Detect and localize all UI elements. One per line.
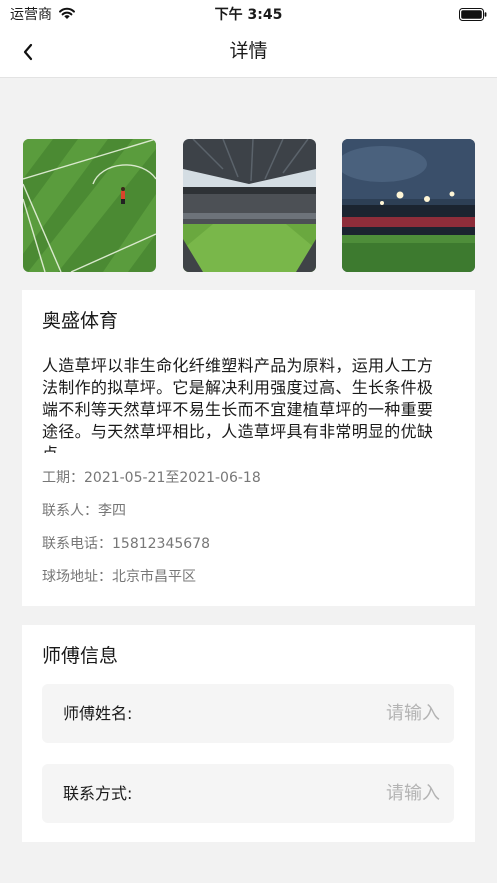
master-name-input[interactable] — [162, 692, 440, 735]
project-period: 工期：2021-05-21至2021-06-18 — [42, 470, 261, 486]
venue-name: 奥盛体育 — [42, 310, 119, 332]
venue-address: 球场地址：北京市昌平区 — [42, 569, 196, 585]
venue-info-card: 奥盛体育 人造草坪以非生命化纤维塑料产品为原料，运用人工方法制作的拟草坪。它是解… — [22, 290, 475, 606]
stadium-photo[interactable] — [183, 139, 316, 272]
football-pitch-photo[interactable] — [23, 139, 156, 272]
status-time: 下午 3:45 — [214, 7, 283, 23]
nav-bar: 详情 — [0, 26, 497, 78]
stadium-night-photo[interactable] — [342, 139, 475, 272]
status-bar: 运营商 下午 3:45 — [0, 0, 497, 26]
section-title: 师傅信息 — [42, 645, 119, 667]
master-info-card: 师傅信息 师傅姓名: 联系方式: — [22, 625, 475, 842]
master-name-field: 师傅姓名: — [42, 684, 454, 743]
venue-description: 人造草坪以非生命化纤维塑料产品为原料，运用人工方法制作的拟草坪。它是解决利用强度… — [42, 356, 434, 453]
master-contact-field: 联系方式: — [42, 764, 454, 823]
battery-icon — [459, 6, 487, 21]
contact-phone: 联系电话：15812345678 — [42, 536, 210, 552]
master-contact-label: 联系方式: — [63, 784, 133, 803]
page-title: 详情 — [229, 40, 268, 62]
master-name-label: 师傅姓名: — [63, 704, 133, 723]
contact-person: 联系人：李四 — [42, 503, 126, 519]
master-contact-input[interactable] — [162, 772, 440, 815]
